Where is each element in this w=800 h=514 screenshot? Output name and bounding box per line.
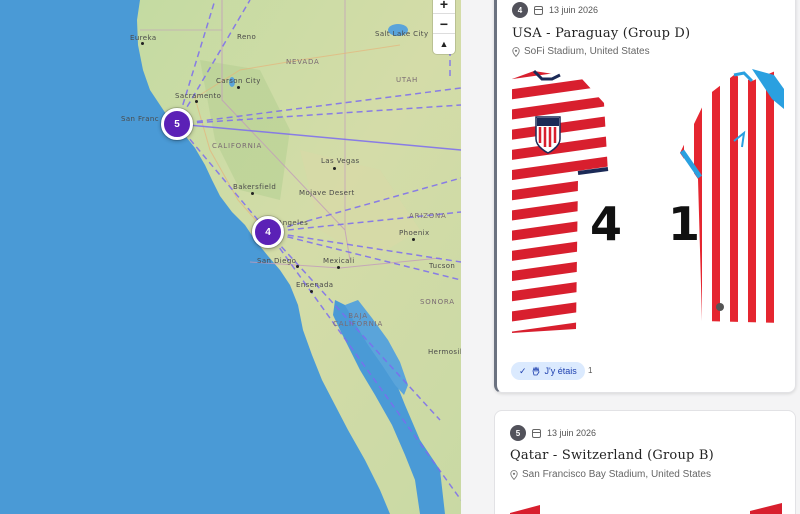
map-label-eureka: Eureka <box>130 34 157 42</box>
cluster-count: 5 <box>174 118 180 130</box>
city-dot <box>310 290 313 293</box>
map-zoom-controls: + − ▲ <box>433 0 455 54</box>
location-pin-icon <box>512 46 520 57</box>
match-meta: 4 13 juin 2026 <box>512 2 598 18</box>
city-dot <box>296 265 299 268</box>
reset-north-button[interactable]: ▲ <box>433 34 455 54</box>
match-number-badge: 4 <box>512 2 528 18</box>
check-icon: ✓ <box>519 365 527 376</box>
attend-label: J'y étais <box>544 366 577 376</box>
kits-image: 4 1 <box>512 69 784 339</box>
map-cluster-marker[interactable]: 4 <box>252 216 284 248</box>
match-card[interactable]: 4 13 juin 2026 USA - Paraguay (Group D) … <box>494 0 796 393</box>
map-label-phoenix: Phoenix <box>399 229 430 237</box>
match-title: Qatar - Switzerland (Group B) <box>510 448 714 463</box>
map-label-carson-city: Carson City <box>216 77 261 85</box>
map-pane[interactable]: Eureka Reno Carson City Sacramento San F… <box>0 0 461 514</box>
calendar-icon <box>534 5 543 15</box>
map-label-baja-california: BAJA CALIFORNIA <box>333 312 384 328</box>
map-label-california: CALIFORNIA <box>212 142 263 150</box>
map-label-arizona: ARIZONA <box>409 212 447 220</box>
city-dot <box>412 238 415 241</box>
city-dot <box>237 86 240 89</box>
map-label-san-francisco: San Franc <box>121 115 159 123</box>
city-dot <box>251 192 254 195</box>
jerseys-illustration <box>512 69 784 333</box>
paraguay-jersey-shape <box>680 69 784 323</box>
map-label-tucson: Tucson <box>429 262 456 270</box>
match-venue: SoFi Stadium, United States <box>512 46 650 57</box>
match-date: 13 juin 2026 <box>549 5 599 15</box>
map-label-las-vegas: Las Vegas <box>321 157 360 165</box>
match-meta: 5 13 juin 2026 <box>510 425 596 441</box>
venue-name: San Francisco Bay Stadium, United States <box>522 469 711 480</box>
venue-name: SoFi Stadium, United States <box>524 46 650 57</box>
compass-icon: ▲ <box>439 39 449 49</box>
city-dot <box>141 42 144 45</box>
hand-wave-icon <box>532 366 539 376</box>
map-label-sacramento: Sacramento <box>175 92 222 100</box>
match-venue: San Francisco Bay Stadium, United States <box>510 469 711 480</box>
map-label-mojave-desert: Mojave Desert <box>299 189 355 197</box>
map-label-salt-lake-city: Salt Lake City <box>375 30 429 38</box>
attend-button[interactable]: ✓ J'y étais <box>511 362 585 380</box>
map-label-bakersfield: Bakersfield <box>233 183 277 191</box>
match-card[interactable]: 5 13 juin 2026 Qatar - Switzerland (Grou… <box>494 410 796 514</box>
attend-count: 1 <box>588 366 593 375</box>
map-label-mexicali: Mexicali <box>323 257 355 265</box>
city-dot <box>195 100 198 103</box>
cluster-count: 4 <box>265 226 271 238</box>
match-list[interactable]: 4 13 juin 2026 USA - Paraguay (Group D) … <box>461 0 800 514</box>
kits-image-partial <box>510 503 782 514</box>
map-label-hermosillo: Hermosillo <box>428 348 461 356</box>
map-label-nevada: NEVADA <box>286 58 320 66</box>
map-label-san-diego: San Diego <box>257 257 297 265</box>
city-dot <box>333 167 336 170</box>
zoom-in-button[interactable]: + <box>433 0 455 14</box>
zoom-out-button[interactable]: − <box>433 14 455 34</box>
city-dot <box>337 266 340 269</box>
calendar-icon <box>532 428 541 438</box>
location-pin-icon <box>510 469 518 480</box>
map-label-ensenada: Ensenada <box>296 281 334 289</box>
match-date: 13 juin 2026 <box>547 428 597 438</box>
map-cluster-marker[interactable]: 5 <box>161 108 193 140</box>
home-score: 4 <box>590 197 623 251</box>
map-label-reno: Reno <box>237 33 257 41</box>
usa-crest-icon <box>535 116 561 154</box>
away-score: 1 <box>668 197 701 251</box>
app-root: Eureka Reno Carson City Sacramento San F… <box>0 0 800 514</box>
match-number-badge: 5 <box>510 425 526 441</box>
map-label-utah: UTAH <box>396 76 419 84</box>
map-label-sonora: SONORA <box>420 298 455 306</box>
match-title: USA - Paraguay (Group D) <box>512 26 691 41</box>
